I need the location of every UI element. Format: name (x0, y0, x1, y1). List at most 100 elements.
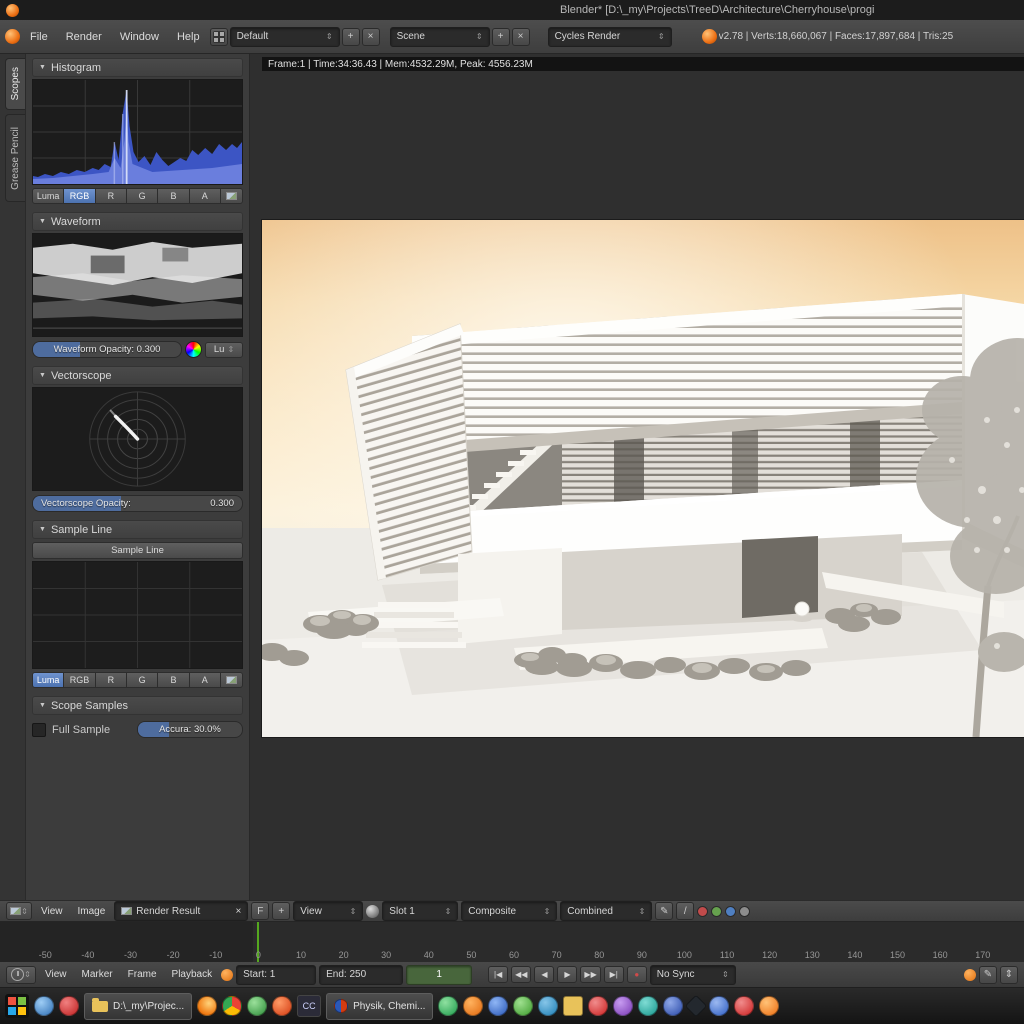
play-button[interactable]: ▶ (557, 966, 577, 983)
screen-layout-icon[interactable] (210, 28, 228, 46)
tab-grease-pencil[interactable]: Grease Pencil (5, 114, 25, 202)
vectorscope-panel-header[interactable]: ▼ Vectorscope (32, 366, 243, 385)
alpha-channel-toggle[interactable] (739, 906, 750, 917)
channel-b-button[interactable]: B (158, 672, 189, 688)
explorer-taskbar-button[interactable]: D:\_my\Projec... (84, 993, 192, 1020)
uv-image-editor[interactable]: Frame:1 | Time:34:36.43 | Mem:4532.29M, … (250, 54, 1024, 900)
timeline-editor-selector[interactable]: ⇕ (6, 966, 36, 984)
sample-line-button[interactable]: Sample Line (32, 542, 243, 559)
edit-pen-toggle[interactable]: ✎ (655, 902, 673, 920)
tray-app-icon[interactable] (588, 996, 608, 1016)
menu-view[interactable]: View (39, 967, 73, 982)
scope-samples-panel-header[interactable]: ▼ Scope Samples (32, 696, 243, 715)
add-scene-button[interactable]: + (492, 28, 510, 46)
channel-g-button[interactable]: G (127, 672, 158, 688)
editor-type-selector[interactable]: ⇕ (6, 902, 32, 920)
current-frame-field[interactable]: 1 (406, 965, 472, 985)
channel-a-button[interactable]: A (190, 188, 221, 204)
document-taskbar-button[interactable]: Physik, Chemi... (326, 993, 433, 1020)
play-reverse-button[interactable]: ◀ (534, 966, 554, 983)
blender-taskbar-icon[interactable] (463, 996, 483, 1016)
delete-layout-button[interactable]: × (362, 28, 380, 46)
blue-channel-toggle[interactable] (725, 906, 736, 917)
menu-view[interactable]: View (35, 904, 69, 919)
internet-explorer-icon[interactable] (34, 996, 54, 1016)
scene-selector[interactable]: Scene ⇕ (390, 27, 490, 47)
new-image-button[interactable]: + (272, 902, 290, 920)
menu-render[interactable]: Render (58, 28, 110, 46)
tray-app-icon[interactable] (538, 996, 558, 1016)
pivot-sphere-icon[interactable] (366, 905, 379, 918)
channel-r-button[interactable]: R (96, 188, 127, 204)
waveform-mode-dropdown[interactable]: Lu ⇕ (205, 342, 243, 358)
channel-r-button[interactable]: R (96, 672, 127, 688)
menu-image[interactable]: Image (72, 904, 112, 919)
start-frame-field[interactable]: Start: 1 (236, 965, 316, 985)
render-engine-selector[interactable]: Cycles Render ⇕ (548, 27, 672, 47)
image-datablock-selector[interactable]: Render Result × (114, 901, 248, 921)
view-dropdown[interactable]: View ⇕ (293, 901, 363, 921)
menu-playback[interactable]: Playback (166, 967, 219, 982)
timeline-canvas[interactable]: -50 -40 -30 -20 -10 0 10 20 30 40 50 60 … (0, 922, 1024, 963)
tray-app-icon[interactable] (663, 996, 683, 1016)
sample-line-panel-header[interactable]: ▼ Sample Line (32, 520, 243, 539)
firefox-icon[interactable] (197, 996, 217, 1016)
previous-keyframe-button[interactable]: ◀◀ (511, 966, 531, 983)
app-icon-orange[interactable] (272, 996, 292, 1016)
histogram-image-toggle[interactable] (221, 188, 243, 204)
full-sample-checkbox[interactable] (32, 723, 46, 737)
tray-app-icon[interactable] (488, 996, 508, 1016)
tab-scopes[interactable]: Scopes (5, 58, 25, 110)
channel-b-button[interactable]: B (158, 188, 189, 204)
tray-app-icon[interactable] (638, 996, 658, 1016)
screen-layout-selector[interactable]: Default ⇕ (230, 27, 340, 47)
red-channel-toggle[interactable] (697, 906, 708, 917)
blender-menu-icon[interactable] (5, 29, 20, 44)
channel-luma-button[interactable]: Luma (32, 672, 64, 688)
add-layout-button[interactable]: + (342, 28, 360, 46)
jump-to-end-button[interactable]: ▶| (604, 966, 624, 983)
creative-cloud-icon[interactable]: CC (297, 995, 321, 1017)
color-wheel-icon[interactable] (185, 341, 202, 358)
tray-app-icon[interactable] (734, 996, 754, 1016)
menu-window[interactable]: Window (112, 28, 167, 46)
channel-a-button[interactable]: A (190, 672, 221, 688)
accuracy-slider[interactable]: Accura: 30.0% (137, 721, 243, 738)
tray-app-icon[interactable] (709, 996, 729, 1016)
channel-g-button[interactable]: G (127, 188, 158, 204)
menu-help[interactable]: Help (169, 28, 208, 46)
channel-luma-button[interactable]: Luma (32, 188, 64, 204)
sample-line-image-toggle[interactable] (221, 672, 243, 688)
record-button[interactable]: ● (627, 966, 647, 983)
tray-app-icon[interactable] (613, 996, 633, 1016)
green-channel-toggle[interactable] (711, 906, 722, 917)
start-button[interactable] (5, 994, 29, 1018)
fake-user-button[interactable]: F (251, 902, 269, 920)
menu-marker[interactable]: Marker (76, 967, 119, 982)
render-result-image[interactable] (262, 220, 1024, 737)
folder-app-icon[interactable] (563, 996, 583, 1016)
app-icon-green[interactable] (247, 996, 267, 1016)
channel-rgb-button[interactable]: RGB (64, 672, 95, 688)
tray-app-icon[interactable] (685, 995, 708, 1018)
menu-frame[interactable]: Frame (122, 967, 163, 982)
autokey-indicator-icon[interactable] (964, 969, 976, 981)
delete-scene-button[interactable]: × (512, 28, 530, 46)
keying-set-button[interactable]: ✎ (979, 966, 997, 984)
sync-mode-dropdown[interactable]: No Sync ⇕ (650, 965, 736, 985)
jump-to-start-button[interactable]: |◀ (488, 966, 508, 983)
vectorscope-opacity-slider[interactable]: Vectorscope Opacity: 0.300 (32, 495, 243, 512)
chrome-icon[interactable] (222, 996, 242, 1016)
channel-rgb-button[interactable]: RGB (64, 188, 95, 204)
app-icon-red[interactable] (59, 996, 79, 1016)
menu-file[interactable]: File (22, 28, 56, 46)
render-pass-dropdown[interactable]: Composite ⇕ (461, 901, 557, 921)
waveform-opacity-slider[interactable]: Waveform Opacity: 0.300 (32, 341, 182, 358)
tray-app-icon[interactable] (438, 996, 458, 1016)
display-channels-dropdown[interactable]: Combined ⇕ (560, 901, 652, 921)
histogram-panel-header[interactable]: ▼ Histogram (32, 58, 243, 77)
keyframe-type-button[interactable]: ⇕ (1000, 966, 1018, 984)
tray-app-icon[interactable] (513, 996, 533, 1016)
slash-toggle[interactable]: / (676, 902, 694, 920)
waveform-panel-header[interactable]: ▼ Waveform (32, 212, 243, 231)
